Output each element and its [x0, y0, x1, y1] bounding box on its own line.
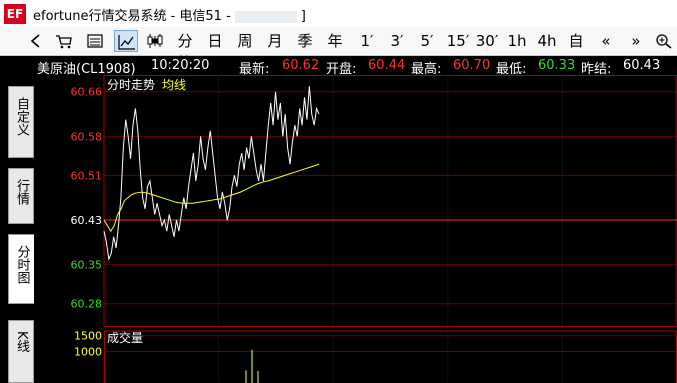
- high-price: 60.70: [453, 58, 491, 73]
- y-tick-label: 60.35: [71, 259, 103, 272]
- y-tick-label: 60.58: [71, 130, 103, 143]
- y-tick-label: 60.43: [71, 214, 103, 227]
- next-button[interactable]: »: [624, 30, 648, 52]
- quote-info-bar: 美原油(CL1908) 10:20:20 最新: 60.62 开盘: 60.44…: [34, 56, 677, 77]
- chart-grid: [103, 75, 677, 383]
- window-title-text: efortune行情交易系统 - 电信51 -: [33, 9, 231, 24]
- left-tab-panel: 自定义 行情 分时图 K线: [0, 56, 34, 383]
- y-tick-label: 60.51: [71, 169, 103, 182]
- period-5m-button[interactable]: 5′: [415, 30, 439, 52]
- redacted-area: [234, 10, 297, 23]
- price-line: [103, 86, 320, 261]
- average-line: [103, 163, 320, 233]
- price-frame: [103, 75, 677, 327]
- title-bar: EF efortune行情交易系统 - 电信51 -]: [0, 0, 677, 28]
- volume-tick-label: 1500: [74, 330, 102, 343]
- tab-custom[interactable]: 自定义: [8, 86, 34, 158]
- period-day-button[interactable]: 日: [203, 30, 227, 52]
- period-1h-button[interactable]: 1h: [505, 30, 529, 52]
- series-group: [103, 86, 320, 261]
- volume-axis: 1500 1000: [74, 330, 102, 359]
- period-week-button[interactable]: 周: [233, 30, 257, 52]
- intraday-chart[interactable]: 60.66 60.58 60.51 60.43 60.35 60.28 分时走势 均线 成…: [34, 75, 677, 383]
- legend-average-line: 均线: [162, 78, 186, 92]
- tab-quotes[interactable]: 行情: [8, 168, 34, 224]
- app-logo-icon: EF: [4, 4, 26, 24]
- period-30m-button[interactable]: 30′: [475, 30, 499, 52]
- open-price: 60.44: [368, 58, 406, 73]
- chart-title: 分时走势: [107, 78, 155, 92]
- window-title: efortune行情交易系统 - 电信51 -]: [33, 5, 306, 24]
- volume-tick-label: 1000: [74, 345, 102, 358]
- tab-intraday-label: 分时图: [14, 245, 30, 284]
- tab-quotes-label: 行情: [14, 179, 29, 205]
- period-month-button[interactable]: 月: [263, 30, 287, 52]
- period-4h-button[interactable]: 4h: [535, 30, 559, 52]
- cart-icon[interactable]: [52, 30, 76, 52]
- line-chart-icon[interactable]: [114, 30, 138, 52]
- arrow-left-icon[interactable]: [24, 30, 48, 52]
- y-tick-label: 60.28: [71, 298, 103, 311]
- candlestick-icon[interactable]: [143, 30, 167, 52]
- low-price: 60.33: [538, 58, 576, 73]
- period-tick-button[interactable]: 分笔: [173, 30, 197, 72]
- period-15m-button[interactable]: 15′: [446, 30, 470, 52]
- prev-settle-price: 60.43: [623, 58, 661, 73]
- period-3m-button[interactable]: 3′: [385, 30, 409, 52]
- quote-time: 10:20:20: [151, 58, 210, 73]
- period-year-button[interactable]: 年: [323, 30, 347, 52]
- zoom-icon[interactable]: [652, 30, 676, 52]
- volume-bars: [245, 349, 259, 383]
- tab-custom-label: 自定义: [14, 97, 29, 136]
- tab-intraday[interactable]: 分时图: [8, 234, 34, 304]
- toolbar: 分笔 日 周 月 季 年 1′ 3′ 5′ 15′ 30′ 1h 4h 自 « …: [0, 27, 677, 72]
- y-tick-label: 60.66: [71, 86, 103, 99]
- period-custom-button[interactable]: 自: [564, 30, 588, 52]
- volume-title: 成交量: [107, 330, 143, 345]
- price-axis: 60.66 60.58 60.51 60.43 60.35 60.28: [71, 86, 103, 311]
- period-quarter-button[interactable]: 季: [293, 30, 317, 52]
- list-icon[interactable]: [83, 30, 107, 52]
- window-title-suffix: ]: [300, 9, 306, 24]
- prev-button[interactable]: «: [594, 30, 618, 52]
- period-1m-button[interactable]: 1′: [355, 30, 379, 52]
- tab-kline[interactable]: K线: [8, 320, 34, 383]
- last-price: 60.62: [282, 58, 320, 73]
- tab-kline-label: K线: [14, 331, 29, 353]
